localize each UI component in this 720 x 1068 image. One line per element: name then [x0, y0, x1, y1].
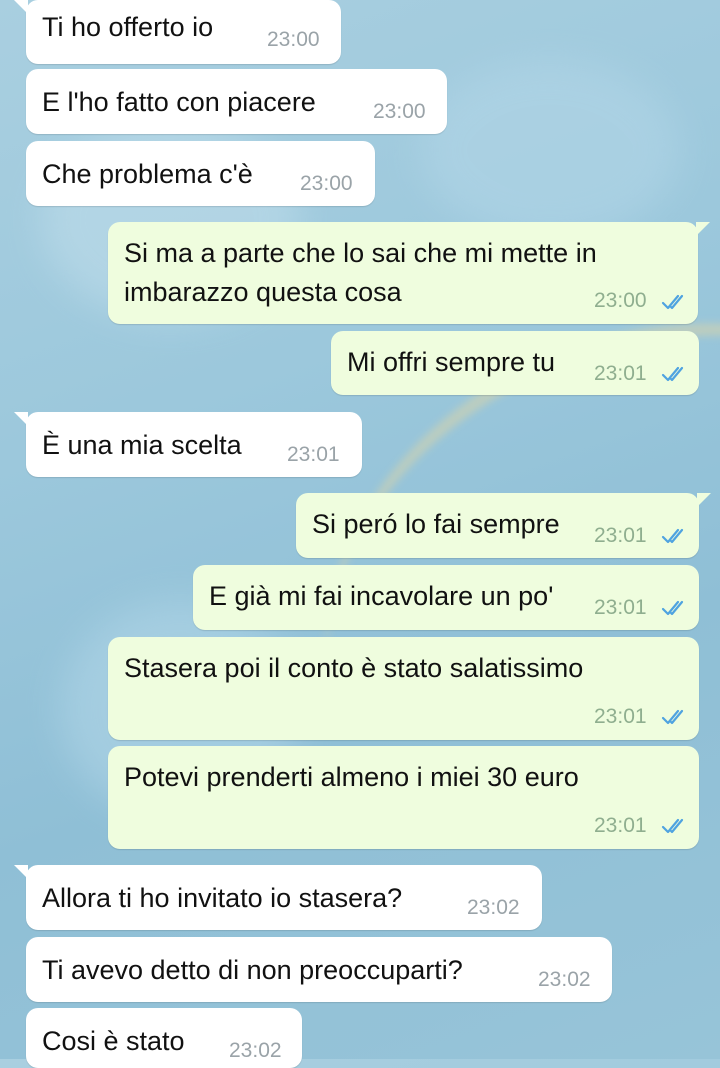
message-time: 23:01: [594, 705, 647, 728]
message-time: 23:02: [538, 968, 591, 991]
outgoing-message-bubble[interactable]: E già mi fai incavolare un po' 23:01: [193, 565, 699, 630]
message-text: È una mia scelta: [42, 430, 242, 460]
message-text: Cosi è stato: [42, 1026, 185, 1056]
incoming-message-bubble[interactable]: Allora ti ho invitato io stasera? 23:02: [14, 865, 542, 930]
message-text: E già mi fai incavolare un po': [209, 581, 554, 611]
message-text: Mi offri sempre tu: [347, 347, 556, 377]
message-text: Ti ho offerto io: [42, 12, 214, 42]
outgoing-message-bubble[interactable]: Potevi prenderti almeno i miei 30 euro 2…: [108, 746, 699, 849]
message-time: 23:00: [594, 289, 647, 312]
message-time: 23:01: [594, 524, 647, 547]
message-text: Si ma a parte che lo sai che mi mette in: [124, 238, 597, 268]
incoming-message-bubble[interactable]: Ti ho offerto io 23:00: [14, 0, 341, 64]
message-text-line-2: imbarazzo questa cosa: [124, 277, 402, 307]
background-cloud: [420, 60, 680, 240]
outgoing-message-bubble[interactable]: Mi offri sempre tu 23:01: [331, 331, 699, 395]
message-text: Stasera poi il conto è stato salatissimo: [124, 653, 584, 683]
message-time: 23:01: [287, 443, 340, 466]
message-time: 23:00: [267, 28, 320, 51]
message-text: Allora ti ho invitato io stasera?: [42, 883, 403, 913]
incoming-message-bubble[interactable]: E l'ho fatto con piacere 23:00: [26, 69, 447, 134]
outgoing-message-bubble[interactable]: Stasera poi il conto è stato salatissimo…: [108, 637, 699, 740]
incoming-message-bubble[interactable]: Cosi è stato 23:02: [26, 1008, 302, 1068]
message-time: 23:00: [300, 172, 353, 195]
incoming-message-bubble[interactable]: È una mia scelta 23:01: [14, 412, 362, 477]
outgoing-message-bubble[interactable]: Si peró lo fai sempre 23:01: [296, 493, 711, 558]
double-check-icon: [661, 709, 684, 725]
double-check-icon: [661, 600, 684, 616]
double-check-icon: [661, 528, 684, 544]
message-time: 23:02: [229, 1039, 282, 1062]
incoming-message-bubble[interactable]: Ti avevo detto di non preoccuparti? 23:0…: [26, 937, 612, 1002]
message-text: Che problema c'è: [42, 159, 253, 189]
message-time: 23:02: [467, 896, 520, 919]
double-check-icon: [661, 294, 684, 310]
outgoing-message-bubble[interactable]: Si ma a parte che lo sai che mi mette in…: [108, 222, 710, 324]
message-text: Potevi prenderti almeno i miei 30 euro: [124, 762, 579, 792]
message-time: 23:01: [594, 814, 647, 837]
message-text: Ti avevo detto di non preoccuparti?: [42, 955, 463, 985]
incoming-message-bubble[interactable]: Che problema c'è 23:00: [26, 141, 375, 206]
message-text: Si peró lo fai sempre: [312, 509, 560, 539]
message-time: 23:01: [594, 362, 647, 385]
message-time: 23:01: [594, 596, 647, 619]
double-check-icon: [661, 818, 684, 834]
message-time: 23:00: [373, 100, 426, 123]
message-text: E l'ho fatto con piacere: [42, 87, 316, 117]
double-check-icon: [661, 366, 684, 382]
